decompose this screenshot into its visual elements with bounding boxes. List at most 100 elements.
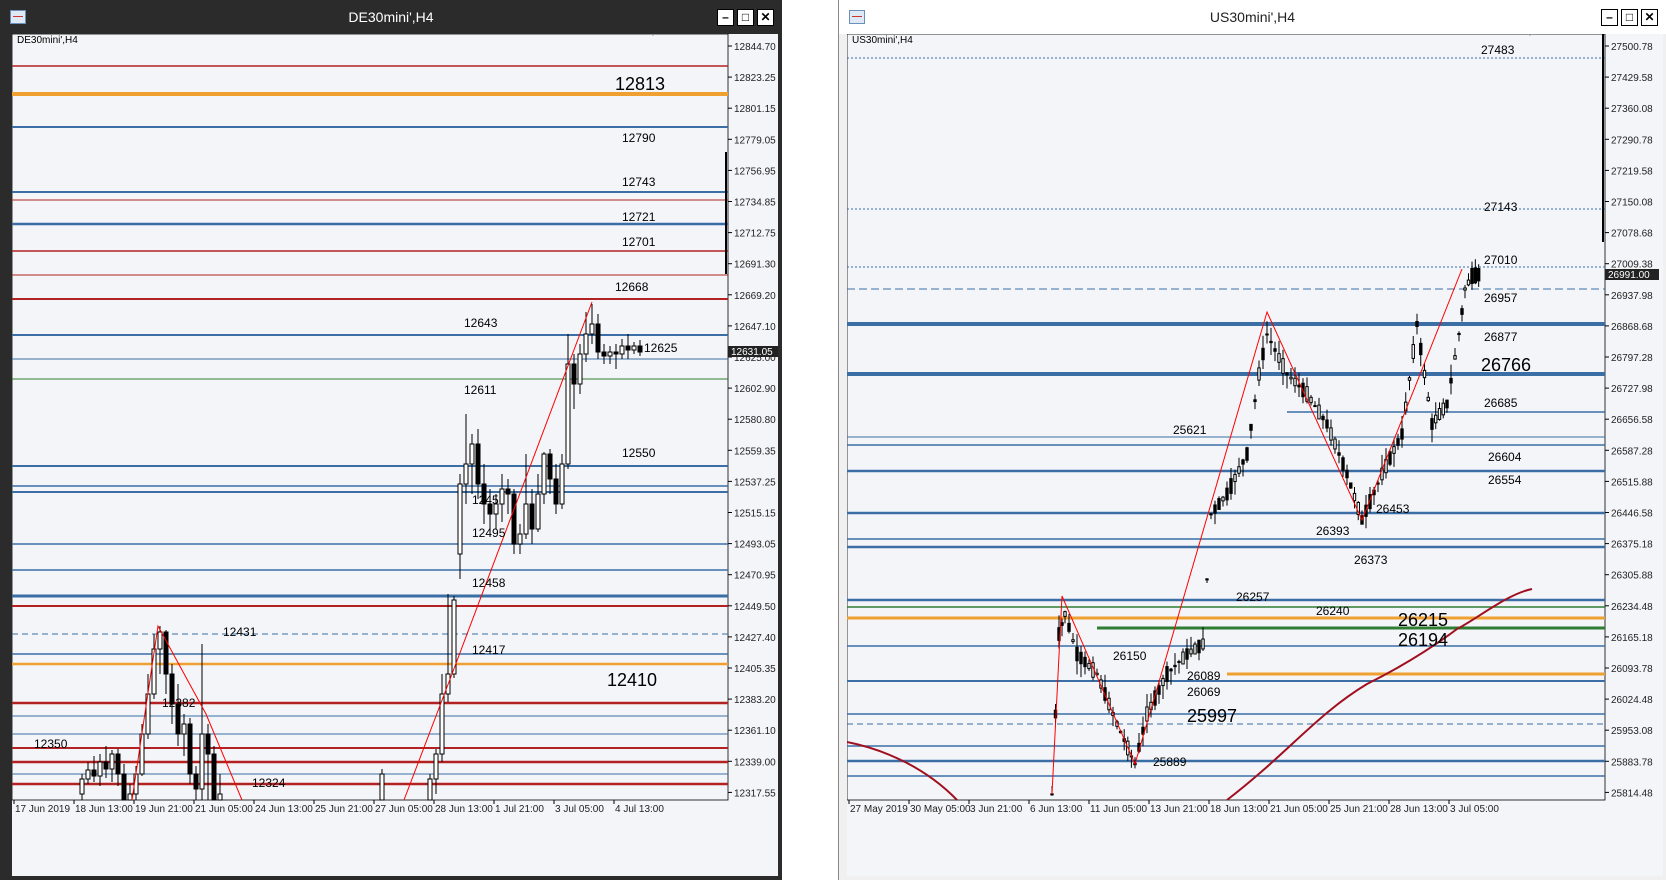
price-tick-label: 25883.78 (1611, 757, 1653, 768)
candle-body (1325, 419, 1329, 429)
candle-body (1329, 427, 1333, 441)
price-tick-label: 12449.50 (734, 602, 776, 613)
level-label: 26240 (1316, 604, 1350, 618)
candle-body (217, 793, 223, 801)
candle-body (625, 345, 631, 351)
candle-body (1349, 482, 1353, 489)
candle-body (583, 333, 589, 355)
candle-body (427, 778, 433, 801)
level-label: 12458 (472, 576, 506, 590)
maximize-button[interactable]: □ (737, 9, 754, 26)
time-tick-label: 3 Jul 05:00 (1450, 804, 1499, 815)
price-tick-label: 26165.18 (1611, 633, 1653, 644)
level-label: 12382 (162, 696, 196, 710)
price-tick-label: 12515.15 (734, 509, 776, 520)
level-label: 12668 (615, 280, 649, 294)
price-tick-label: 27500.78 (1611, 42, 1653, 53)
candle-body (1337, 452, 1341, 456)
candle-body (1213, 504, 1217, 514)
de30-chart-svg: DE30mini',H4 12813 12790 12743 12721 127… (12, 34, 778, 876)
candle-body (1173, 664, 1177, 668)
price-tick-label: 27219.58 (1611, 166, 1653, 177)
time-tick-label: 21 Jun 05:00 (195, 804, 253, 815)
maximize-button[interactable]: □ (1621, 9, 1638, 26)
candle-body (1245, 447, 1249, 461)
minimize-button[interactable]: – (1601, 9, 1618, 26)
candle-body (109, 753, 115, 770)
level-label: 27483 (1481, 43, 1515, 57)
time-tick-label: 18 Jun 13:00 (1210, 804, 1268, 815)
candle-body (505, 488, 511, 495)
candle-body (1209, 513, 1213, 516)
price-tick-label: 12647.10 (734, 322, 776, 333)
close-button[interactable]: ✕ (1641, 9, 1658, 26)
price-tick-label: 26446.58 (1611, 509, 1653, 520)
candle-body (517, 533, 523, 545)
price-tick-label: 12427.40 (734, 633, 776, 644)
minimize-button[interactable]: – (717, 9, 734, 26)
level-label: 26604 (1488, 450, 1522, 464)
level-label: 26194 (1398, 630, 1448, 650)
candle-body (1441, 402, 1445, 416)
candle-body (619, 345, 625, 355)
de30-chart-window[interactable]: DE30mini',H4 – □ ✕ DE30mini',H4 12813 12… (0, 0, 782, 880)
candle-body (1411, 344, 1415, 359)
candle-body (535, 493, 541, 530)
de30-plot-area[interactable]: DE30mini',H4 12813 12790 12743 12721 127… (12, 34, 778, 876)
candle-body (577, 353, 583, 385)
candle-body (1449, 377, 1453, 384)
candle-body (79, 778, 85, 795)
level-label: 26257 (1236, 590, 1270, 604)
candle-body (1060, 622, 1064, 626)
us30-current-price: 26991.00 (1608, 270, 1650, 281)
price-tick-label: 12756.95 (734, 166, 776, 177)
candle-body (451, 599, 457, 675)
level-label: 1245 (472, 493, 499, 507)
candle-body (1419, 342, 1423, 356)
candle-body (379, 773, 385, 801)
candle-body (1430, 418, 1434, 430)
price-tick-label: 27429.58 (1611, 73, 1653, 84)
candle-body (1067, 622, 1071, 632)
price-tick-label: 12339.00 (734, 757, 776, 768)
candle-body (565, 363, 571, 465)
candle-body (1205, 578, 1209, 581)
price-tick-label: 12383.20 (734, 695, 776, 706)
level-label: 25997 (1187, 706, 1237, 726)
price-tick-label: 12580.80 (734, 415, 776, 426)
candle-body (1169, 668, 1173, 672)
candle-body (91, 769, 97, 777)
candle-body (211, 753, 217, 801)
candle-body (1415, 321, 1419, 327)
candle-body (1321, 415, 1325, 421)
price-tick-label: 12405.35 (734, 664, 776, 675)
level-label: 26453 (1376, 502, 1410, 516)
level-label: 12701 (622, 235, 656, 249)
candle-body (205, 733, 211, 755)
de30-titlebar[interactable]: DE30mini',H4 – □ ✕ (0, 0, 782, 34)
price-tick-label: 12691.30 (734, 260, 776, 271)
price-tick-label: 12801.15 (734, 104, 776, 115)
candle-body (523, 503, 529, 535)
us30-plot-area[interactable]: US30mini',H4 27483 27143 27010 26957 268… (847, 34, 1663, 876)
candle-body (433, 753, 439, 780)
candle-body (529, 503, 535, 530)
us30-titlebar[interactable]: US30mini',H4 – □ ✕ (839, 0, 1666, 34)
candle-body (1157, 685, 1161, 695)
us30-chart-window[interactable]: US30mini',H4 – □ ✕ US30mini',H4 27483 27… (838, 0, 1666, 880)
level-label: 25621 (1173, 423, 1207, 437)
candle-body (511, 493, 517, 545)
candle-body (1313, 405, 1317, 408)
candle-body (1237, 466, 1241, 474)
us30-window-title: US30mini',H4 (1209, 9, 1296, 25)
price-tick-label: 26515.88 (1611, 477, 1653, 488)
close-button[interactable]: ✕ (757, 9, 774, 26)
candle-body (1079, 651, 1083, 665)
candle-body (1293, 377, 1297, 387)
us30-symbol-label: US30mini',H4 (852, 35, 913, 46)
candle-body (595, 323, 601, 353)
price-tick-label: 26305.88 (1611, 571, 1653, 582)
candle-body (1277, 353, 1281, 363)
time-tick-label: 11 Jun 05:00 (1090, 804, 1148, 815)
candle-body (1453, 355, 1457, 360)
